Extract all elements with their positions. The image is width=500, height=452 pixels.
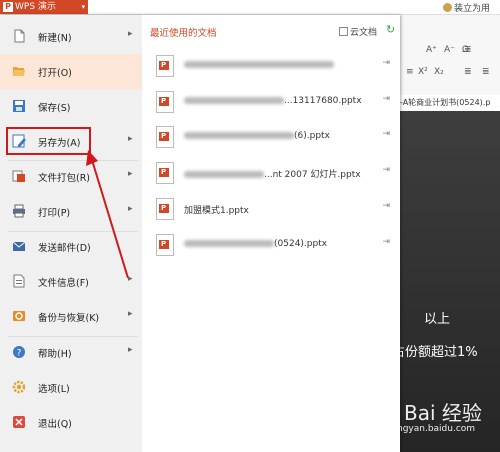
annotation-arrow [86,150,129,279]
watermark-title: Bai 经验 [404,401,482,425]
watermark-url: jingyan.baidu.com [392,424,476,434]
paw-icon [378,401,398,419]
baidu-jingyan-watermark: Bai 经验 jingyan.baidu.com [376,397,496,439]
